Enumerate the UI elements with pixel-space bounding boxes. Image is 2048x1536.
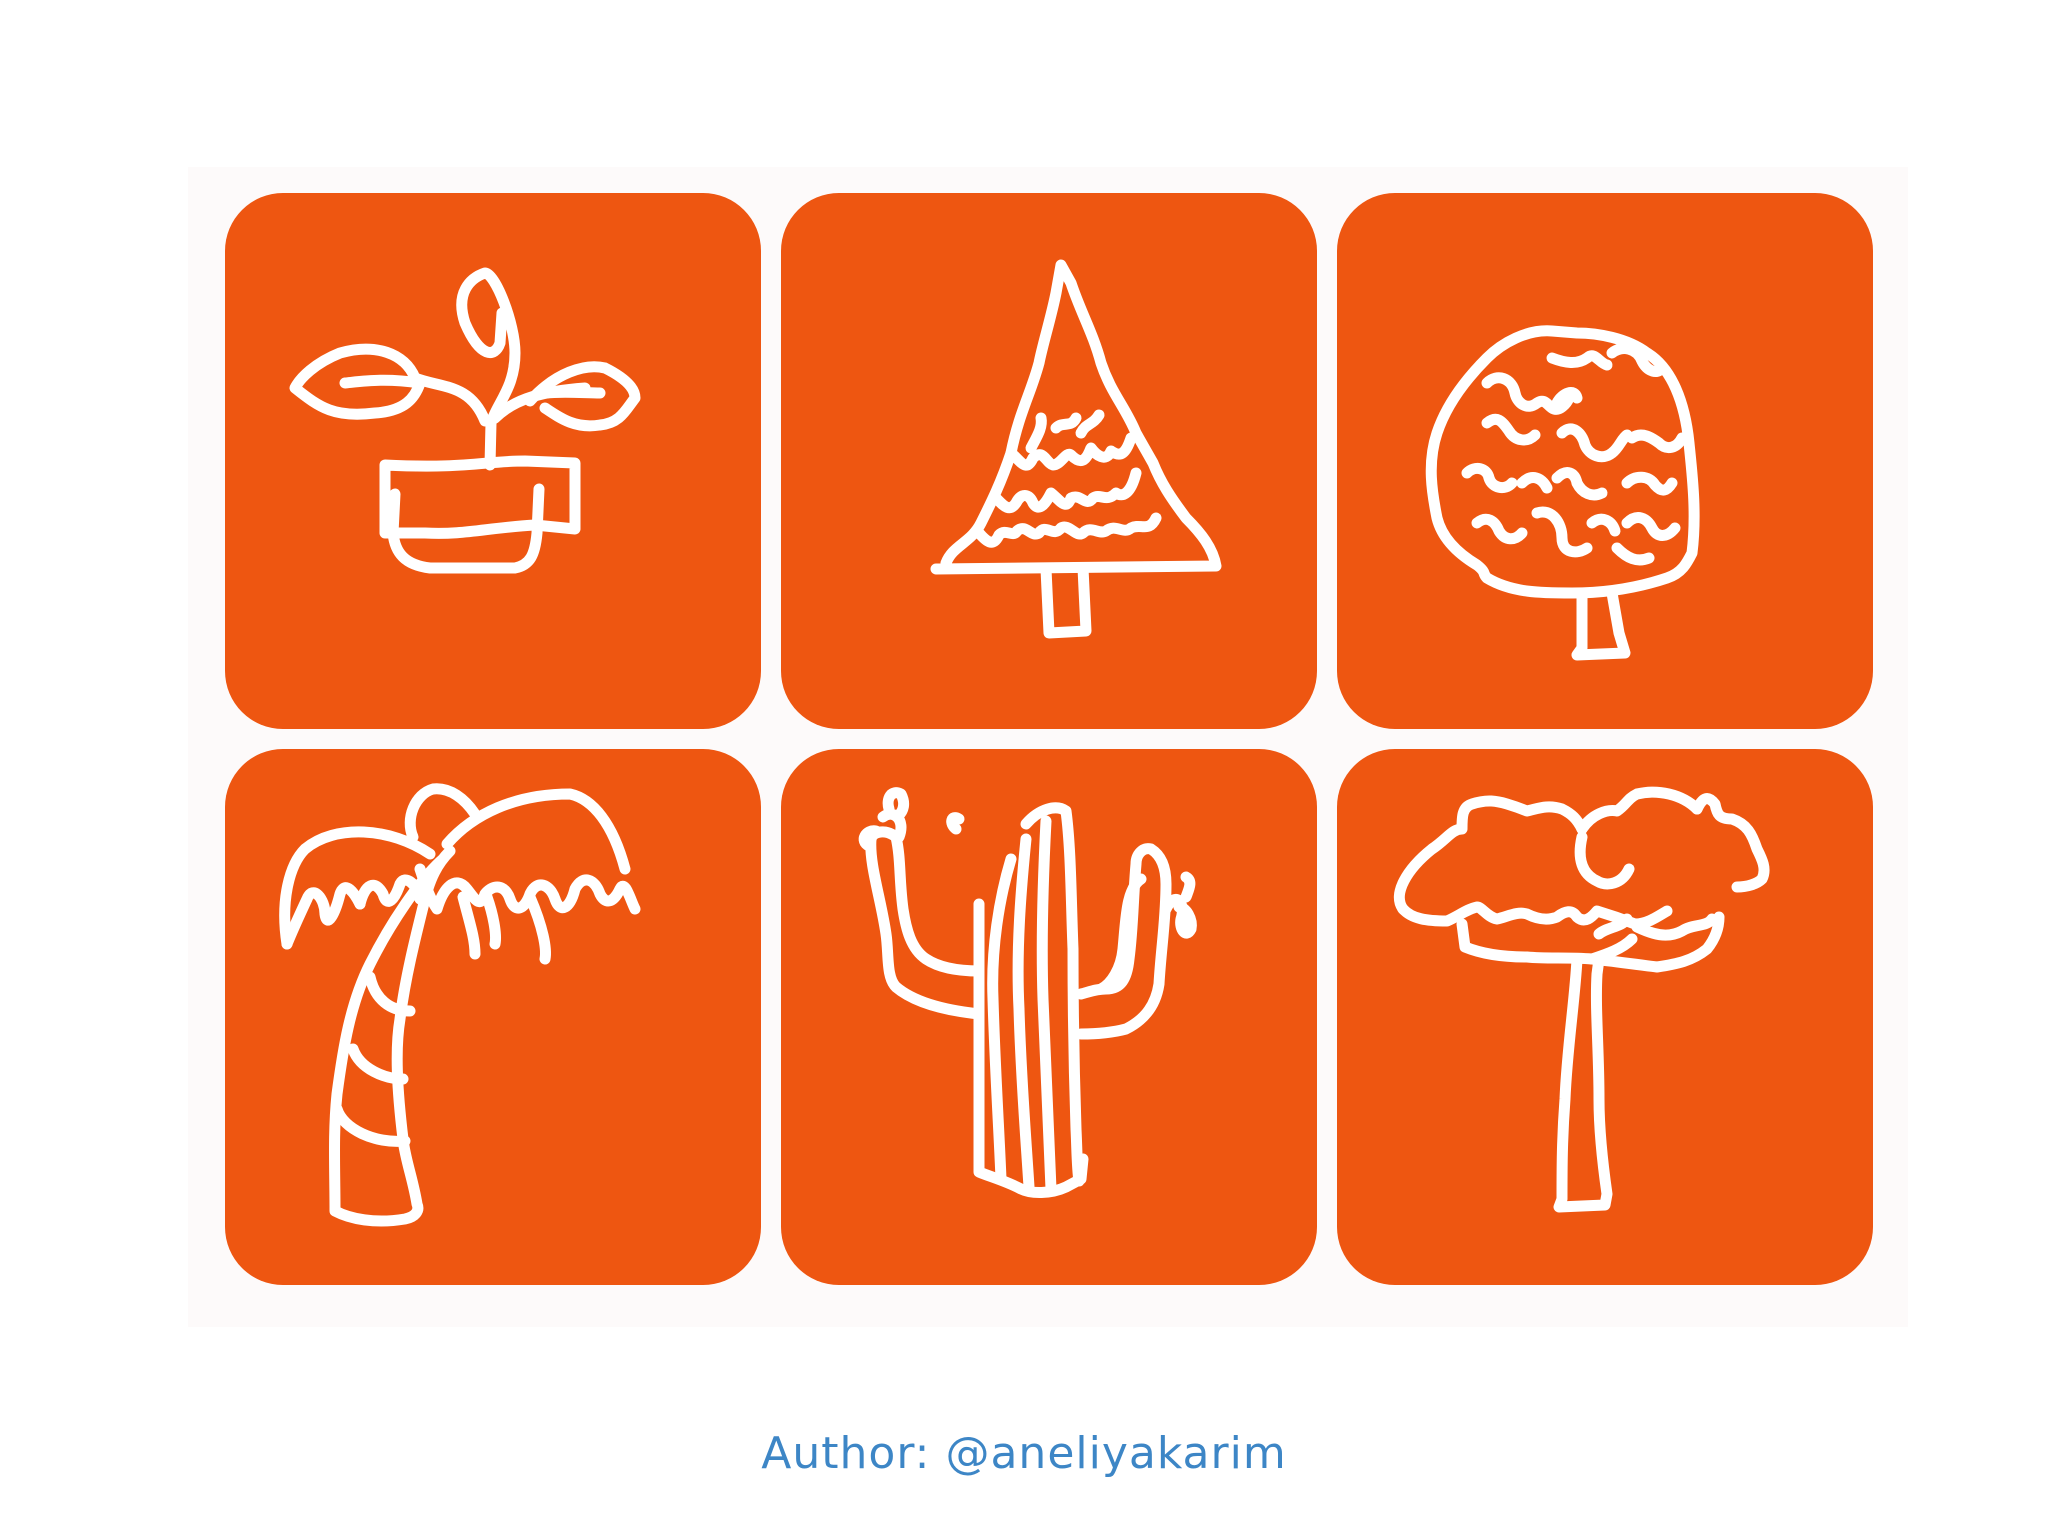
acacia-tree-icon [1393,786,1770,1213]
tile-palm-tree [225,749,761,1285]
artwork-canvas: Author: @aneliyakarim [0,0,2048,1536]
potted-plant-icon [289,267,641,574]
tile-round-tree [1337,193,1873,729]
cactus-icon [858,787,1197,1198]
tile-pine-tree [781,193,1317,729]
tile-cactus [781,749,1317,1285]
tile-acacia-tree [1337,749,1873,1285]
palm-tree-icon [279,783,641,1227]
tile-potted-plant [225,193,761,729]
author-credit: Author: @aneliyakarim [761,1428,1287,1479]
pine-tree-icon [930,259,1222,639]
round-tree-icon [1425,325,1700,661]
